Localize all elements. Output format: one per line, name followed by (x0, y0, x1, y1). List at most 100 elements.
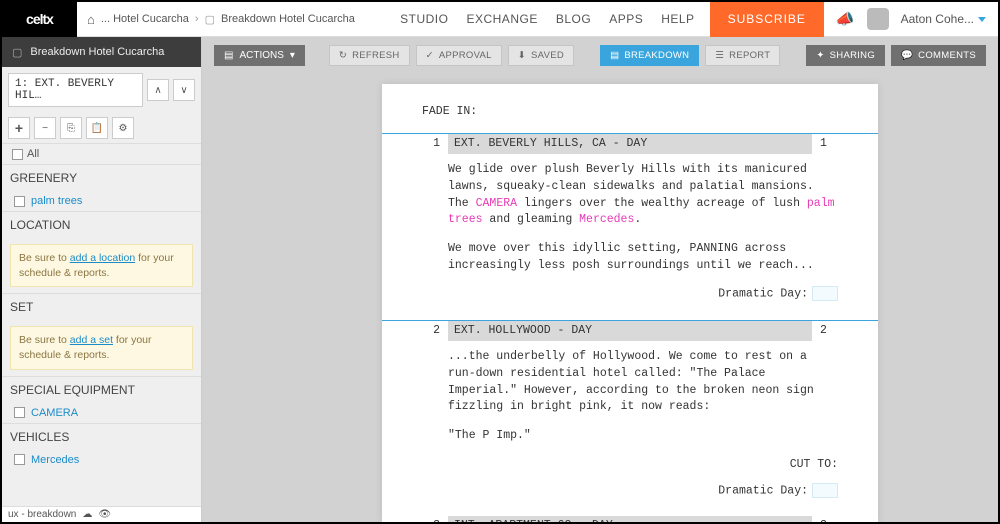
nav-exchange[interactable]: EXCHANGE (466, 12, 537, 26)
actions-menu[interactable]: ▤ ACTIONS ▾ (214, 45, 305, 66)
megaphone-icon[interactable]: 📣 (836, 10, 855, 28)
category-vehicles[interactable]: VEHICLES (2, 423, 201, 450)
comments-button[interactable]: 💬COMMENTS (891, 45, 986, 66)
nav-blog[interactable]: BLOG (556, 12, 591, 26)
caret-down-icon: ▾ (290, 50, 295, 61)
action-bar: ▤ ACTIONS ▾ ↻REFRESH ✓APPROVAL ⬇SAVED ▤B… (202, 37, 998, 74)
scene-block[interactable]: 2 EXT. HOLLYWOOD - DAY 2 ...the underbel… (382, 321, 878, 517)
list-icon: ▤ (610, 50, 619, 61)
scene-heading[interactable]: EXT. BEVERLY HILLS, CA - DAY (448, 134, 812, 155)
content-area: ▤ ACTIONS ▾ ↻REFRESH ✓APPROVAL ⬇SAVED ▤B… (202, 37, 998, 522)
refresh-button[interactable]: ↻REFRESH (329, 45, 410, 66)
scene-number: 1 (422, 134, 440, 155)
scene-number-right: 1 (820, 134, 838, 155)
sidebar-title: Breakdown Hotel Cucarcha (30, 46, 191, 58)
gear-button[interactable]: ⚙ (112, 117, 134, 139)
scene-selector-row: 1: EXT. BEVERLY HIL… ∧ ∨ (2, 67, 201, 113)
sharing-button[interactable]: ✦SHARING (806, 45, 885, 66)
sidebar-header: ▢ Breakdown Hotel Cucarcha (2, 37, 201, 67)
checkbox[interactable] (14, 454, 25, 465)
doc-icon: ▤ (224, 50, 233, 61)
comment-icon: 💬 (901, 50, 913, 61)
scene-heading[interactable]: EXT. HOLLYWOOD - DAY (448, 321, 812, 342)
report-icon: ☰ (715, 50, 724, 61)
chevron-right-icon: › (195, 13, 199, 25)
all-label: All (27, 148, 39, 160)
scene-block[interactable]: 3 INT. APARTMENT 6C - DAY 3 We enter thr… (382, 516, 878, 522)
scene-heading[interactable]: INT. APARTMENT 6C - DAY (448, 516, 812, 522)
dramatic-day-input[interactable] (812, 286, 838, 301)
tagged-item[interactable]: CAMERA (476, 197, 517, 210)
category-location[interactable]: LOCATION (2, 211, 201, 238)
item-link[interactable]: palm trees (31, 195, 82, 207)
eye-icon: 👁 (98, 509, 111, 520)
nav-apps[interactable]: APPS (609, 12, 643, 26)
caret-down-icon (978, 17, 986, 22)
location-notice: Be sure to add a location for your sched… (10, 244, 193, 287)
category-greenery[interactable]: GREENERY (2, 164, 201, 191)
status-text: ux - breakdown (8, 509, 76, 520)
item-link[interactable]: CAMERA (31, 407, 78, 419)
scene-number-right: 2 (820, 321, 838, 342)
breakdown-button[interactable]: ▤BREAKDOWN (600, 45, 699, 66)
nav-studio[interactable]: STUDIO (400, 12, 448, 26)
avatar[interactable] (867, 8, 889, 30)
set-notice: Be sure to add a set for your schedule &… (10, 326, 193, 369)
share-icon: ✦ (816, 50, 824, 61)
user-area: 📣 Aaton Cohe... (824, 8, 998, 30)
sidebar: ▢ Breakdown Hotel Cucarcha 1: EXT. BEVER… (2, 37, 202, 522)
report-button[interactable]: ☰REPORT (705, 45, 780, 66)
scene-number: 2 (422, 321, 440, 342)
list-item[interactable]: palm trees (2, 191, 201, 211)
logo[interactable]: celtx (2, 2, 77, 37)
scene-number-right: 3 (820, 516, 838, 522)
category-set[interactable]: SET (2, 293, 201, 320)
add-location-link[interactable]: add a location (70, 252, 135, 264)
item-toolbar: + − ⎘ 📋 ⚙ (2, 113, 201, 144)
doc-icon: ▢ (12, 46, 22, 59)
action-text[interactable]: We glide over plush Beverly Hills with i… (448, 162, 838, 229)
dramatic-day-row: Dramatic Day: (422, 483, 838, 500)
breadcrumb: ⌂ ... Hotel Cucarcha › ▢ Breakdown Hotel… (77, 12, 365, 27)
fade-in: FADE IN: (422, 104, 878, 121)
list-item[interactable]: CAMERA (2, 403, 201, 423)
item-link[interactable]: Mercedes (31, 454, 79, 466)
action-text[interactable]: We move over this idyllic setting, PANNI… (448, 241, 838, 274)
add-button[interactable]: + (8, 117, 30, 139)
scene-up-button[interactable]: ∧ (147, 79, 169, 101)
checkbox[interactable] (12, 149, 23, 160)
add-set-link[interactable]: add a set (70, 334, 113, 346)
subscribe-button[interactable]: SUBSCRIBE (710, 2, 824, 37)
scene-selector[interactable]: 1: EXT. BEVERLY HIL… (8, 73, 143, 107)
transition: CUT TO: (448, 457, 838, 474)
all-row[interactable]: All (2, 144, 201, 164)
nav-help[interactable]: HELP (661, 12, 694, 26)
clipboard-button[interactable]: 📋 (86, 117, 108, 139)
action-text[interactable]: "The P Imp." (448, 428, 838, 445)
copy-button[interactable]: ⎘ (60, 117, 82, 139)
top-nav: STUDIO EXCHANGE BLOG APPS HELP (385, 12, 709, 26)
remove-button[interactable]: − (34, 117, 56, 139)
checkbox[interactable] (14, 407, 25, 418)
home-icon[interactable]: ⌂ (87, 12, 95, 27)
checkbox[interactable] (14, 196, 25, 207)
approval-button[interactable]: ✓APPROVAL (416, 45, 502, 66)
scene-block[interactable]: 1 EXT. BEVERLY HILLS, CA - DAY 1 We glid… (382, 133, 878, 321)
scene-number: 3 (422, 516, 440, 522)
check-icon: ✓ (426, 50, 434, 61)
script-page: FADE IN: 1 EXT. BEVERLY HILLS, CA - DAY … (382, 84, 878, 522)
top-bar: celtx ⌂ ... Hotel Cucarcha › ▢ Breakdown… (2, 2, 998, 37)
breadcrumb-item[interactable]: ... Hotel Cucarcha (101, 13, 189, 25)
action-text[interactable]: ...the underbelly of Hollywood. We come … (448, 349, 838, 416)
scene-down-button[interactable]: ∨ (173, 79, 195, 101)
tagged-item[interactable]: Mercedes (579, 213, 634, 226)
cloud-icon: ☁ (82, 509, 92, 520)
list-item[interactable]: Mercedes (2, 450, 201, 470)
category-special[interactable]: SPECIAL EQUIPMENT (2, 376, 201, 403)
user-menu[interactable]: Aaton Cohe... (901, 12, 986, 26)
dramatic-day-input[interactable] (812, 483, 838, 498)
breadcrumb-item[interactable]: Breakdown Hotel Cucarcha (221, 13, 355, 25)
doc-icon: ▢ (205, 13, 215, 26)
saved-button[interactable]: ⬇SAVED (508, 45, 574, 66)
dramatic-day-row: Dramatic Day: (422, 286, 838, 303)
